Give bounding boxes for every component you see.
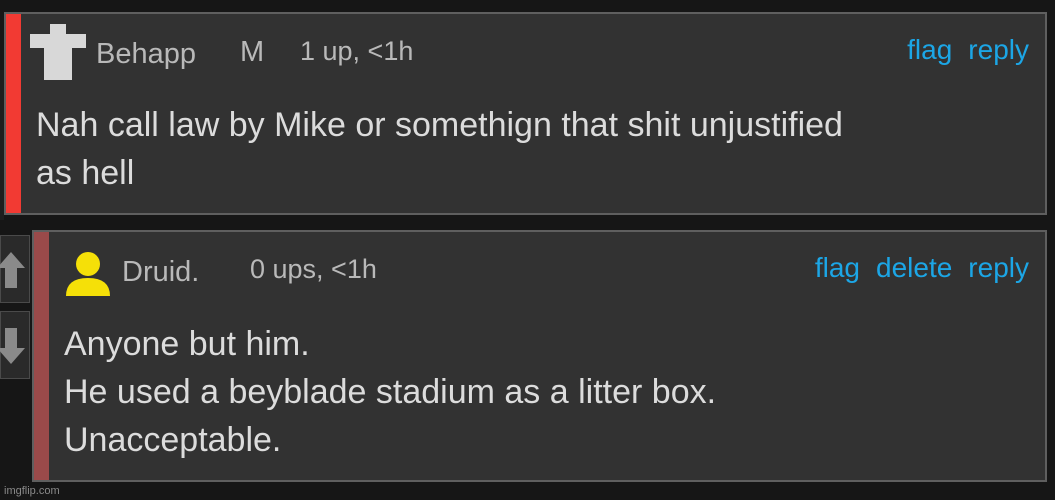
comment-username[interactable]: Druid.	[122, 256, 199, 289]
comment-indent-bar	[34, 232, 49, 480]
comment-meta: 0 ups, <1h	[250, 254, 377, 284]
comment-druid: Druid. 0 ups, <1h flag delete reply Anyo…	[32, 230, 1047, 482]
user-avatar-icon[interactable]	[64, 250, 112, 298]
vote-controls	[0, 235, 30, 381]
comment-header: Behapp M 1 up, <1h flag reply	[26, 14, 1029, 84]
downvote-arrow-icon	[0, 328, 25, 364]
comment-body-line: Nah call law by Mike or somethign that s…	[36, 106, 843, 144]
comment-body: Anyone but him. He used a beyblade stadi…	[64, 320, 1024, 464]
watermark: imgflip.com	[4, 485, 60, 497]
comment-username[interactable]: Behapp	[96, 38, 196, 71]
comment-indent-bar	[6, 14, 21, 213]
comment-thread: Behapp M 1 up, <1h flag reply Nah call l…	[0, 0, 1055, 500]
mod-badge: M	[240, 36, 265, 68]
flag-link[interactable]: flag	[907, 34, 952, 66]
comment-body-line: Unacceptable.	[64, 421, 282, 459]
comment-body: Nah call law by Mike or somethign that s…	[36, 101, 1036, 197]
comment-header: Druid. 0 ups, <1h flag delete reply	[54, 232, 1029, 302]
comment-body-line: He used a beyblade stadium as a litter b…	[64, 373, 717, 411]
comment-meta: 1 up, <1h	[300, 36, 414, 66]
upvote-button[interactable]	[0, 235, 30, 303]
comment-body-line: Anyone but him.	[64, 325, 310, 363]
comment-behapp: Behapp M 1 up, <1h flag reply Nah call l…	[4, 12, 1047, 215]
reply-link[interactable]: reply	[968, 34, 1029, 66]
flag-link[interactable]: flag	[815, 252, 860, 284]
comment-body-line: as hell	[36, 154, 135, 192]
comment-actions: flag delete reply	[815, 252, 1029, 284]
delete-link[interactable]: delete	[876, 252, 952, 284]
comment-actions: flag reply	[907, 34, 1029, 66]
cross-avatar-icon[interactable]	[30, 24, 86, 80]
upvote-arrow-icon	[0, 252, 25, 288]
reply-link[interactable]: reply	[968, 252, 1029, 284]
downvote-button[interactable]	[0, 311, 30, 379]
